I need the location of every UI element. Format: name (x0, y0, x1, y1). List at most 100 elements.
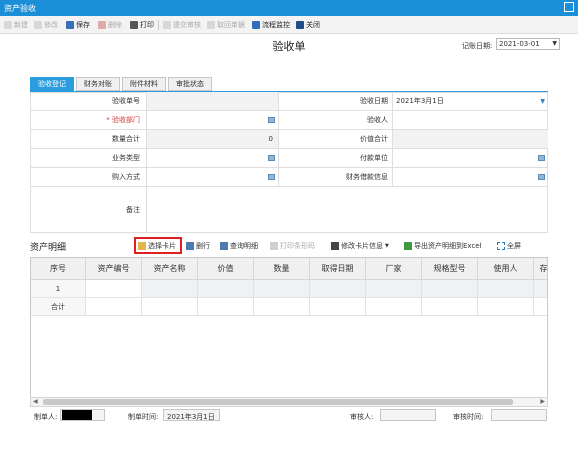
user-cell[interactable] (478, 280, 534, 298)
column-header[interactable]: 厂家 (366, 258, 422, 280)
receiver-label: 验收人 (278, 111, 392, 129)
delete-button[interactable]: 删除 (98, 19, 122, 31)
column-header[interactable]: 数量 (254, 258, 310, 280)
remark-field[interactable] (146, 187, 548, 233)
pay-unit-field[interactable] (392, 149, 548, 167)
biz-type-label: 业务类型 (112, 154, 140, 162)
column-header[interactable]: 资产名称 (142, 258, 198, 280)
column-header[interactable]: 资产编号 (86, 258, 142, 280)
save-button[interactable]: 保存 (66, 19, 90, 31)
form-row-6: 备注 (30, 187, 548, 233)
horizontal-scrollbar[interactable]: ◀ ▶ (30, 397, 548, 407)
column-header[interactable]: 存 (534, 258, 547, 280)
scrollbar-thumb[interactable] (43, 399, 513, 405)
tab-bar: 验收登记 财务对账 附件材料 审批状态 (30, 77, 212, 91)
total-cell (534, 298, 547, 316)
picker-icon[interactable] (268, 174, 275, 180)
receipt-dept-field[interactable] (146, 111, 278, 129)
edit-icon (34, 21, 42, 29)
scroll-right-icon[interactable]: ▶ (540, 398, 545, 406)
form-row-2: * 验收部门 验收人 (30, 111, 548, 130)
fullscreen-icon (497, 242, 505, 250)
picker-icon[interactable] (538, 174, 545, 180)
row-number: 1 (31, 280, 86, 298)
withdraw-icon (207, 21, 215, 29)
flow-monitor-button[interactable]: 流程监控 (252, 19, 290, 31)
column-header[interactable]: 使用人 (478, 258, 534, 280)
edit-button[interactable]: 修改 (34, 19, 58, 31)
select-card-button[interactable]: 选择卡片 (138, 240, 176, 252)
tab-approval-status[interactable]: 审批状态 (168, 77, 212, 91)
storage-cell[interactable] (534, 280, 547, 298)
excel-icon (404, 242, 412, 250)
toolbar-separator (158, 20, 159, 30)
finance-borrow-field[interactable] (392, 168, 548, 186)
quantity-cell[interactable] (254, 280, 310, 298)
pay-unit-label: 付款单位 (278, 149, 392, 167)
value-cell[interactable] (198, 280, 254, 298)
title-bar: 资产验收 (0, 0, 578, 16)
biz-type-field[interactable] (146, 149, 278, 167)
delete-row-button[interactable]: 删行 (186, 240, 210, 252)
tab-finance-reconcile[interactable]: 财务对账 (76, 77, 120, 91)
receipt-date-field[interactable]: 2021年3月1日 ▼ (392, 92, 548, 110)
audit-time-field (491, 409, 547, 421)
total-cell (422, 298, 478, 316)
asset-detail-grid: 序号 资产编号 资产名称 价值 数量 取得日期 厂家 规格型号 使用人 存 1 … (30, 257, 548, 407)
required-mark: * (106, 116, 110, 124)
column-header[interactable]: 序号 (31, 258, 86, 280)
spec-cell[interactable] (422, 280, 478, 298)
asset-name-cell[interactable] (142, 280, 198, 298)
close-button[interactable]: 关闭 (296, 19, 320, 31)
fullscreen-button[interactable]: 全屏 (497, 240, 521, 252)
manufacturer-cell[interactable] (366, 280, 422, 298)
picker-icon[interactable] (538, 155, 545, 161)
record-date-select[interactable]: 2021-03-01 ▼ (496, 38, 560, 50)
remark-label: 备注 (126, 206, 140, 214)
modify-card-button[interactable]: 修改卡片信息 ▼ (331, 240, 389, 252)
purchase-method-label: 购入方式 (112, 173, 140, 181)
qty-total-field: 0 (146, 130, 278, 148)
receiver-field[interactable] (392, 111, 548, 129)
picker-icon[interactable] (268, 155, 275, 161)
card-icon (138, 242, 146, 250)
column-header[interactable]: 规格型号 (422, 258, 478, 280)
qty-total-label: 数量合计 (112, 135, 140, 143)
asset-no-cell[interactable] (86, 280, 142, 298)
receipt-date-label: 验收日期 (278, 92, 392, 110)
barcode-icon (270, 242, 278, 250)
delete-icon (98, 21, 106, 29)
purchase-method-field[interactable] (146, 168, 278, 186)
receipt-no-field (146, 92, 278, 110)
picker-icon[interactable] (268, 117, 275, 123)
window-close-button[interactable] (564, 2, 574, 12)
record-date-value: 2021-03-01 (499, 40, 540, 48)
form-row-4: 业务类型 付款单位 (30, 149, 548, 168)
total-row-label: 合计 (31, 298, 86, 316)
tab-receipt-register[interactable]: 验收登记 (30, 77, 74, 91)
acquire-date-cell[interactable] (310, 280, 366, 298)
new-icon (4, 21, 12, 29)
new-button[interactable]: 新建 (4, 19, 28, 31)
query-detail-button[interactable]: 查询明细 (220, 240, 258, 252)
print-barcode-button[interactable]: 打印条形码 (270, 240, 315, 252)
withdraw-button[interactable]: 取回单据 (207, 19, 245, 31)
receipt-dept-label: * 验收部门 (106, 116, 140, 124)
form-row-5: 购入方式 财务借款信息 (30, 168, 548, 187)
record-date-label: 记账日期: (462, 42, 493, 50)
print-button[interactable]: 打印 (130, 19, 154, 31)
column-header[interactable]: 取得日期 (310, 258, 366, 280)
export-excel-button[interactable]: 导出资产明细到Excel (404, 240, 482, 252)
query-icon (220, 242, 228, 250)
chevron-down-icon: ▼ (540, 97, 545, 105)
asset-detail-title: 资产明细 (30, 243, 67, 253)
save-icon (66, 21, 74, 29)
column-header[interactable]: 价值 (198, 258, 254, 280)
submit-audit-button[interactable]: 提交审核 (163, 19, 201, 31)
scroll-left-icon[interactable]: ◀ (33, 398, 38, 406)
tab-attachments[interactable]: 附件材料 (122, 77, 166, 91)
window-title: 资产验收 (4, 4, 36, 13)
auditor-field (380, 409, 436, 421)
create-time-label: 制单时间: (128, 413, 159, 421)
receipt-no-label: 验收单号 (112, 97, 140, 105)
